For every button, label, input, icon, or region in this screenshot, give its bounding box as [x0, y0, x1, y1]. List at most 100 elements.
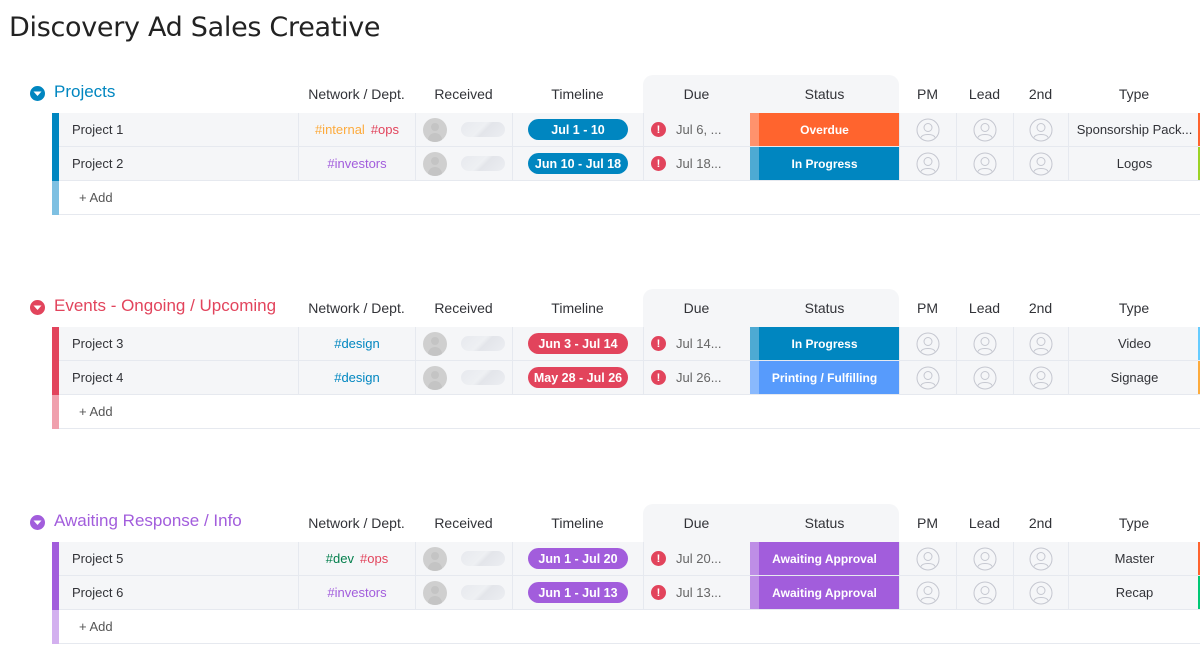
- group-collapse-toggle[interactable]: [30, 86, 45, 101]
- person-placeholder-icon[interactable]: [916, 118, 940, 142]
- network-tags-cell[interactable]: #design: [298, 361, 415, 394]
- lead-cell[interactable]: [956, 542, 1013, 575]
- lead-cell[interactable]: [956, 576, 1013, 609]
- person-placeholder-icon[interactable]: [973, 118, 997, 142]
- second-cell[interactable]: [1013, 542, 1068, 575]
- status-cell[interactable]: Overdue: [750, 113, 899, 146]
- timeline-pill[interactable]: May 28 - Jul 26: [528, 367, 628, 388]
- second-cell[interactable]: [1013, 327, 1068, 360]
- tag[interactable]: #internal: [315, 122, 365, 137]
- pm-cell[interactable]: [899, 361, 956, 394]
- timeline-pill[interactable]: Jun 10 - Jul 18: [528, 153, 628, 174]
- table-row[interactable]: Project 2 #investors Jun 10 - Jul 18 ! J…: [52, 147, 1200, 181]
- status-cell[interactable]: Printing / Fulfilling: [750, 361, 899, 394]
- table-row[interactable]: Project 3 #design Jun 3 - Jul 14 ! Jul 1…: [52, 327, 1200, 361]
- type-cell[interactable]: Signage: [1068, 361, 1200, 394]
- status-label[interactable]: Overdue: [750, 113, 899, 146]
- second-cell[interactable]: [1013, 576, 1068, 609]
- column-header-type[interactable]: Type: [1068, 75, 1200, 113]
- column-header-timeline[interactable]: Timeline: [512, 289, 643, 327]
- timeline-pill[interactable]: Jul 1 - 10: [528, 119, 628, 140]
- group-title[interactable]: Events - Ongoing / Upcoming: [54, 296, 276, 316]
- lead-cell[interactable]: [956, 113, 1013, 146]
- timeline-cell[interactable]: Jun 1 - Jul 20: [512, 542, 643, 575]
- add-item-button[interactable]: + Add: [79, 404, 113, 419]
- status-cell[interactable]: In Progress: [750, 147, 899, 180]
- status-cell[interactable]: Awaiting Approval: [750, 542, 899, 575]
- network-tags-cell[interactable]: #investors: [298, 576, 415, 609]
- tag[interactable]: #ops: [371, 122, 399, 137]
- person-placeholder-icon[interactable]: [1029, 332, 1053, 356]
- item-name[interactable]: Project 1: [59, 113, 298, 146]
- add-item-button[interactable]: + Add: [79, 190, 113, 205]
- timeline-cell[interactable]: Jun 10 - Jul 18: [512, 147, 643, 180]
- status-label[interactable]: Awaiting Approval: [750, 576, 899, 609]
- person-placeholder-icon[interactable]: [916, 152, 940, 176]
- person-placeholder-icon[interactable]: [916, 332, 940, 356]
- person-placeholder-icon[interactable]: [1029, 366, 1053, 390]
- column-header-due[interactable]: Due: [643, 504, 750, 542]
- timeline-pill[interactable]: Jun 1 - Jul 13: [528, 582, 628, 603]
- group-title[interactable]: Awaiting Response / Info: [54, 511, 242, 531]
- item-name[interactable]: Project 5: [59, 542, 298, 575]
- timeline-pill[interactable]: Jun 3 - Jul 14: [528, 333, 628, 354]
- column-header-lead[interactable]: Lead: [956, 289, 1013, 327]
- table-row[interactable]: Project 6 #investors Jun 1 - Jul 13 ! Ju…: [52, 576, 1200, 610]
- due-cell[interactable]: ! Jul 20...: [643, 542, 750, 575]
- status-cell[interactable]: In Progress: [750, 327, 899, 360]
- avatar[interactable]: [423, 546, 447, 571]
- status-label[interactable]: Printing / Fulfilling: [750, 361, 899, 394]
- type-cell[interactable]: Master: [1068, 542, 1200, 575]
- lead-cell[interactable]: [956, 147, 1013, 180]
- received-cell[interactable]: [415, 113, 512, 146]
- person-placeholder-icon[interactable]: [973, 581, 997, 605]
- column-header-network[interactable]: Network / Dept.: [298, 504, 415, 542]
- person-placeholder-icon[interactable]: [1029, 118, 1053, 142]
- due-cell[interactable]: ! Jul 18...: [643, 147, 750, 180]
- timeline-cell[interactable]: May 28 - Jul 26: [512, 361, 643, 394]
- column-header-pm[interactable]: PM: [899, 504, 956, 542]
- person-placeholder-icon[interactable]: [973, 332, 997, 356]
- table-row[interactable]: Project 5 #dev #ops Jun 1 - Jul 20 ! Jul …: [52, 542, 1200, 576]
- type-cell[interactable]: Sponsorship Pack...: [1068, 113, 1200, 146]
- network-tags-cell[interactable]: #investors: [298, 147, 415, 180]
- due-cell[interactable]: ! Jul 14...: [643, 327, 750, 360]
- timeline-cell[interactable]: Jun 3 - Jul 14: [512, 327, 643, 360]
- status-cell[interactable]: Awaiting Approval: [750, 576, 899, 609]
- column-header-lead[interactable]: Lead: [956, 75, 1013, 113]
- table-row[interactable]: Project 4 #design May 28 - Jul 26 ! Jul …: [52, 361, 1200, 395]
- timeline-pill[interactable]: Jun 1 - Jul 20: [528, 548, 628, 569]
- network-tags-cell[interactable]: #design: [298, 327, 415, 360]
- item-name[interactable]: Project 6: [59, 576, 298, 609]
- add-item-row[interactable]: + Add: [52, 181, 1200, 215]
- person-placeholder-icon[interactable]: [916, 547, 940, 571]
- type-cell[interactable]: Recap: [1068, 576, 1200, 609]
- tag[interactable]: #design: [334, 370, 380, 385]
- timeline-cell[interactable]: Jul 1 - 10: [512, 113, 643, 146]
- column-header-pm[interactable]: PM: [899, 75, 956, 113]
- column-header-timeline[interactable]: Timeline: [512, 504, 643, 542]
- tag[interactable]: #investors: [327, 156, 386, 171]
- avatar[interactable]: [423, 365, 447, 390]
- status-label[interactable]: Awaiting Approval: [750, 542, 899, 575]
- lead-cell[interactable]: [956, 327, 1013, 360]
- column-header-status[interactable]: Status: [750, 75, 899, 113]
- type-cell[interactable]: Video: [1068, 327, 1200, 360]
- column-header-received[interactable]: Received: [415, 289, 512, 327]
- person-placeholder-icon[interactable]: [973, 547, 997, 571]
- column-header-type[interactable]: Type: [1068, 504, 1200, 542]
- column-header-network[interactable]: Network / Dept.: [298, 75, 415, 113]
- column-header-2nd[interactable]: 2nd: [1013, 75, 1068, 113]
- column-header-status[interactable]: Status: [750, 504, 899, 542]
- received-cell[interactable]: [415, 147, 512, 180]
- received-cell[interactable]: [415, 542, 512, 575]
- timeline-cell[interactable]: Jun 1 - Jul 13: [512, 576, 643, 609]
- second-cell[interactable]: [1013, 147, 1068, 180]
- column-header-2nd[interactable]: 2nd: [1013, 289, 1068, 327]
- due-cell[interactable]: ! Jul 6, ...: [643, 113, 750, 146]
- due-cell[interactable]: ! Jul 26...: [643, 361, 750, 394]
- column-header-lead[interactable]: Lead: [956, 504, 1013, 542]
- pm-cell[interactable]: [899, 327, 956, 360]
- person-placeholder-icon[interactable]: [1029, 152, 1053, 176]
- type-cell[interactable]: Logos: [1068, 147, 1200, 180]
